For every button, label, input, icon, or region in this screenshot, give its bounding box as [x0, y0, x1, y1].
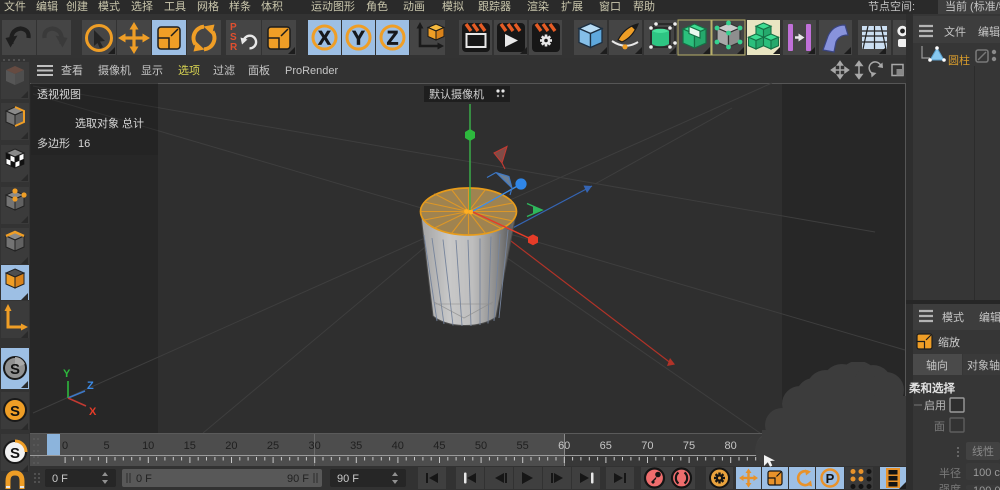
svg-text:75: 75 — [683, 440, 695, 452]
svg-text:X: X — [318, 29, 331, 50]
svg-text:选取对象 总计: 选取对象 总计 — [75, 116, 144, 130]
svg-text:15: 15 — [184, 440, 196, 452]
svg-text:面: 面 — [934, 421, 945, 433]
svg-text:S: S — [10, 445, 20, 462]
svg-text:R: R — [230, 42, 238, 53]
svg-text:圆柱: 圆柱 — [948, 53, 970, 67]
svg-text:S: S — [10, 403, 20, 420]
svg-text:100.0: 100.0 — [973, 485, 1000, 490]
svg-text:多边形: 多边形 — [37, 136, 70, 150]
svg-text:X: X — [89, 406, 97, 418]
svg-text:16: 16 — [78, 138, 90, 150]
svg-text:线性: 线性 — [972, 444, 994, 458]
svg-text:45: 45 — [433, 440, 445, 452]
svg-text:Z: Z — [387, 29, 399, 50]
svg-text:25: 25 — [267, 440, 279, 452]
svg-text:10: 10 — [142, 440, 154, 452]
svg-text:强度: 强度 — [939, 482, 961, 490]
svg-text:柔和选择: 柔和选择 — [908, 381, 955, 395]
svg-text:5: 5 — [104, 440, 110, 452]
svg-text:缩放: 缩放 — [938, 335, 960, 349]
svg-text:默认摄像机: 默认摄像机 — [429, 87, 484, 101]
svg-text:0 F: 0 F — [136, 473, 152, 485]
svg-text:编辑: 编辑 — [978, 25, 1000, 39]
svg-text:80: 80 — [724, 440, 736, 452]
svg-text:对象轴: 对象轴 — [967, 358, 1000, 372]
svg-text:35: 35 — [350, 440, 362, 452]
svg-text:轴向: 轴向 — [926, 358, 948, 372]
svg-text:0 F: 0 F — [52, 473, 68, 485]
svg-text:40: 40 — [392, 440, 404, 452]
svg-text:S: S — [10, 361, 20, 378]
svg-text:Y: Y — [63, 368, 71, 380]
svg-text:70: 70 — [641, 440, 653, 452]
svg-text:50: 50 — [475, 440, 487, 452]
svg-text:90 F: 90 F — [287, 473, 309, 485]
svg-text:100 c: 100 c — [973, 467, 1000, 479]
svg-text:Y: Y — [352, 29, 365, 50]
svg-text:透视视图: 透视视图 — [37, 87, 81, 101]
svg-text:编辑: 编辑 — [979, 310, 1000, 324]
svg-text:90 F: 90 F — [337, 473, 359, 485]
svg-text:65: 65 — [600, 440, 612, 452]
svg-text:文件: 文件 — [944, 25, 966, 39]
svg-text:Z: Z — [87, 380, 94, 392]
svg-text:半径: 半径 — [939, 466, 961, 480]
svg-text:55: 55 — [516, 440, 528, 452]
svg-text:20: 20 — [225, 440, 237, 452]
svg-text:启用: 启用 — [924, 399, 946, 412]
svg-text:0: 0 — [62, 440, 68, 452]
svg-text:模式: 模式 — [942, 311, 964, 324]
